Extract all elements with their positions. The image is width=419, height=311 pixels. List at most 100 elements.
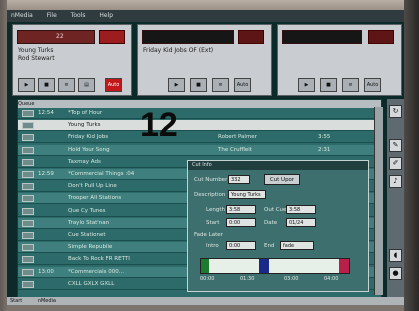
row-time: 12:54	[38, 110, 54, 116]
row-title: *Commercials 000...	[68, 268, 125, 275]
deck-1-list-button[interactable]: ▤	[78, 78, 95, 92]
menu-bar: nMedia File Tools Help	[7, 10, 404, 22]
right-toolbar: ↻ ✎ ✐ ♪ ◖ ●	[387, 99, 404, 305]
end-label: End	[264, 243, 275, 249]
cart-icon	[22, 171, 34, 178]
cart-icon	[22, 122, 34, 130]
row-len: 2:31	[318, 146, 331, 153]
cart-icon	[22, 146, 34, 154]
cart-icon	[22, 158, 34, 166]
waveform-bar[interactable]	[200, 258, 350, 274]
dialog-title: Cut Info	[188, 161, 368, 170]
cart-icon	[22, 232, 34, 239]
menu-item-help[interactable]: Help	[99, 12, 113, 19]
deck-1-red-light	[99, 30, 125, 44]
menu-item-file[interactable]: File	[47, 12, 57, 19]
wave-end-marker[interactable]	[339, 259, 349, 273]
start-button[interactable]: Start	[10, 298, 22, 304]
length-field[interactable]: 3:58	[226, 205, 256, 214]
deck-1-edit-button[interactable]: ≡	[58, 78, 75, 92]
intro-field[interactable]: 0:00	[226, 241, 256, 250]
cart-icon	[22, 268, 34, 276]
deck-3-display	[282, 30, 362, 44]
cut-number-label: Cut Number	[194, 177, 228, 183]
monitor: nMedia File Tools Help 22 Young Turks Ro…	[0, 0, 419, 311]
refresh-icon[interactable]: ↻	[389, 105, 402, 118]
table-row[interactable]: Friday Kid Jobs Robert Palmer 3:55	[18, 132, 381, 144]
wave-label-3: 04:00	[324, 276, 339, 282]
deck-3-play-button[interactable]: ▶	[298, 78, 315, 92]
deck-1-title: Young Turks	[18, 47, 54, 54]
menu-item-tools[interactable]: Tools	[71, 12, 86, 19]
monitor-bezel-left	[0, 0, 7, 311]
cart-icon	[22, 280, 34, 288]
deck-1-cue-button[interactable]: ■	[38, 78, 55, 92]
cart-icon	[22, 256, 34, 264]
deck-1-artist: Rod Stewart	[18, 55, 55, 62]
hour-number: 12	[140, 106, 178, 144]
out-cue-field[interactable]: 3:58	[286, 205, 316, 214]
deck-2: Friday Kid Jobs OF (Ext) ▶ ■ ≡ Auto	[137, 24, 272, 96]
taskbar: Start nMedia	[7, 297, 404, 305]
end-field[interactable]: fade	[280, 241, 314, 250]
deck-1: 22 Young Turks Rod Stewart ▶ ■ ≡ ▤ Auto	[12, 24, 132, 96]
wave-intro-marker[interactable]	[259, 259, 269, 273]
deck-1-display: 22	[17, 30, 95, 44]
screen: nMedia File Tools Help 22 Young Turks Ro…	[7, 10, 404, 305]
cart-icon	[22, 134, 34, 142]
cart-icon	[22, 110, 34, 117]
note-icon[interactable]: ♪	[389, 175, 402, 188]
deck-1-play-button[interactable]: ▶	[18, 78, 35, 92]
wave-label-0: 00:00	[200, 276, 215, 282]
playlist-header: Queue	[18, 100, 381, 108]
deck-3-red-light	[368, 30, 394, 44]
row-title: Taxmay Ads	[68, 158, 101, 165]
speaker-icon[interactable]: ◖	[389, 249, 402, 262]
deck-2-cue-button[interactable]: ■	[190, 78, 207, 92]
wave-start-marker[interactable]	[201, 259, 209, 273]
length-label: Length	[206, 207, 225, 213]
table-row[interactable]: Hold Your Song The Cruffleit 2:31	[18, 144, 381, 156]
cart-icon	[22, 195, 34, 203]
cut-info-dialog: Cut Info Cut Number 332 Cut Upor Descrip…	[187, 160, 369, 292]
deck-2-play-button[interactable]: ▶	[168, 78, 185, 92]
monitor-bezel-right	[404, 0, 419, 311]
deck-1-counter: 22	[56, 33, 64, 40]
cart-icon	[22, 207, 34, 215]
row-title: Back To Rock FR RETTI	[68, 256, 130, 263]
deck-1-auto-button[interactable]: Auto	[105, 78, 122, 92]
deck-3-auto-button[interactable]: Auto	[364, 78, 381, 92]
row-title: CXLL GXLX GXLL	[68, 280, 115, 287]
deck-3: ▶ ■ ≡ Auto	[277, 24, 402, 96]
wave-label-1: 01:30	[240, 276, 255, 282]
playlist-scrollbar[interactable]	[374, 107, 383, 295]
row-title: Que Cy Tunes	[68, 207, 106, 214]
row-time: 12:59	[38, 171, 54, 177]
deck-2-auto-button[interactable]: Auto	[234, 78, 251, 92]
date-field[interactable]: 01/24	[286, 218, 316, 227]
row-title: Friday Kid Jobs	[68, 134, 109, 141]
row-title: Cue Stationet	[68, 232, 106, 238]
record-icon[interactable]: ●	[389, 267, 402, 280]
taskbar-item-app[interactable]: nMedia	[38, 298, 56, 304]
start-field[interactable]: 0:00	[226, 218, 256, 227]
deck-3-edit-button[interactable]: ≡	[342, 78, 359, 92]
pencil-icon[interactable]: ✐	[389, 157, 402, 170]
row-title: Young Turks	[68, 122, 101, 129]
deck-2-red-light	[238, 30, 264, 44]
deck-2-title: Friday Kid Jobs OF (Ext)	[143, 47, 214, 54]
edit-icon[interactable]: ✎	[389, 139, 402, 152]
menu-item-app[interactable]: nMedia	[11, 12, 33, 19]
description-field[interactable]: Young Turks	[228, 190, 266, 199]
table-row[interactable]: 12:54 *Top of Hour	[18, 108, 381, 119]
cut-number-field[interactable]: 332	[228, 175, 250, 184]
deck-2-edit-button[interactable]: ≡	[212, 78, 229, 92]
row-len: 3:55	[318, 134, 331, 141]
row-title: *Commercial Things :04	[68, 171, 135, 177]
row-title: Don't Pull Up Line	[68, 183, 117, 190]
cut-upor-button[interactable]: Cut Upor	[264, 174, 300, 185]
row-artist: The Cruffleit	[218, 146, 252, 153]
deck-3-cue-button[interactable]: ■	[320, 78, 337, 92]
table-row[interactable]: Young Turks	[18, 120, 381, 132]
fade-later-label: Fade Later	[194, 232, 223, 238]
